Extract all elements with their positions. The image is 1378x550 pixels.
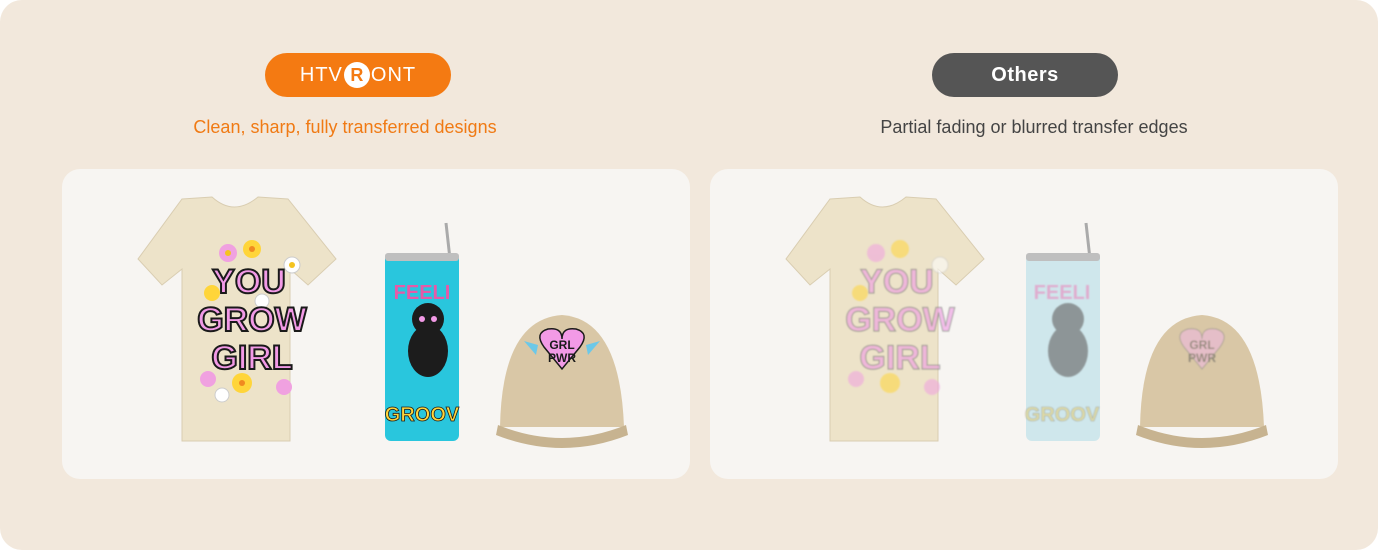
shirt-line-3: GIRL [211,339,292,377]
shirt-line-2: GROW [197,301,307,339]
htvront-tagline: Clean, sharp, fully transferred designs [193,117,497,137]
cap-image-faded: GRL PWR [1136,315,1268,448]
faded-shirt-line-1: YOU [860,263,934,301]
faded-shirt-line-2: GROW [845,301,955,339]
brand-text-before: HTV [299,63,343,86]
comparison-card: HTV R ONT Clean, sharp, fully transferre… [0,0,1378,550]
cap-image: GRL PWR [496,315,628,448]
brand-text-after: ONT [370,63,417,86]
others-products-illustration: YOU GROW GIRL FEELI GROOV GRL PWR [785,196,1268,448]
tumbler-image: FEELI GROOV [384,222,460,441]
faded-cap-line-1: GRL [1189,338,1214,352]
others-badge: Others [932,53,1118,97]
tumbler-text-top: FEELI [394,282,451,304]
tumbler-image-faded: FEELI GROOV [1024,222,1100,441]
others-product-panel: YOU GROW GIRL FEELI GROOV GRL PWR [710,169,1338,479]
htvront-product-panel: YOU GROW GIRL FEELI GROOV GRL PWR [62,169,690,479]
htvront-products-illustration: YOU GROW GIRL FEELI GROOV GRL PWR [137,196,628,448]
others-tagline: Partial fading or blurred transfer edges [880,117,1188,137]
tshirt-image-faded: YOU GROW GIRL [785,196,985,442]
faded-tumbler-text-top: FEELI [1034,282,1091,304]
tshirt-image: YOU GROW GIRL [137,196,337,442]
faded-shirt-line-3: GIRL [859,339,940,377]
tumbler-text-bottom: GROOV [385,404,460,426]
cap-line-2: PWR [548,351,576,365]
faded-tumbler-text-bottom: GROOV [1025,404,1100,426]
htvront-logo-badge: HTV R ONT [265,53,451,97]
cap-line-1: GRL [549,338,574,352]
shirt-line-1: YOU [212,263,286,301]
faded-cap-line-2: PWR [1188,351,1216,365]
brand-r-icon: R [343,62,370,88]
